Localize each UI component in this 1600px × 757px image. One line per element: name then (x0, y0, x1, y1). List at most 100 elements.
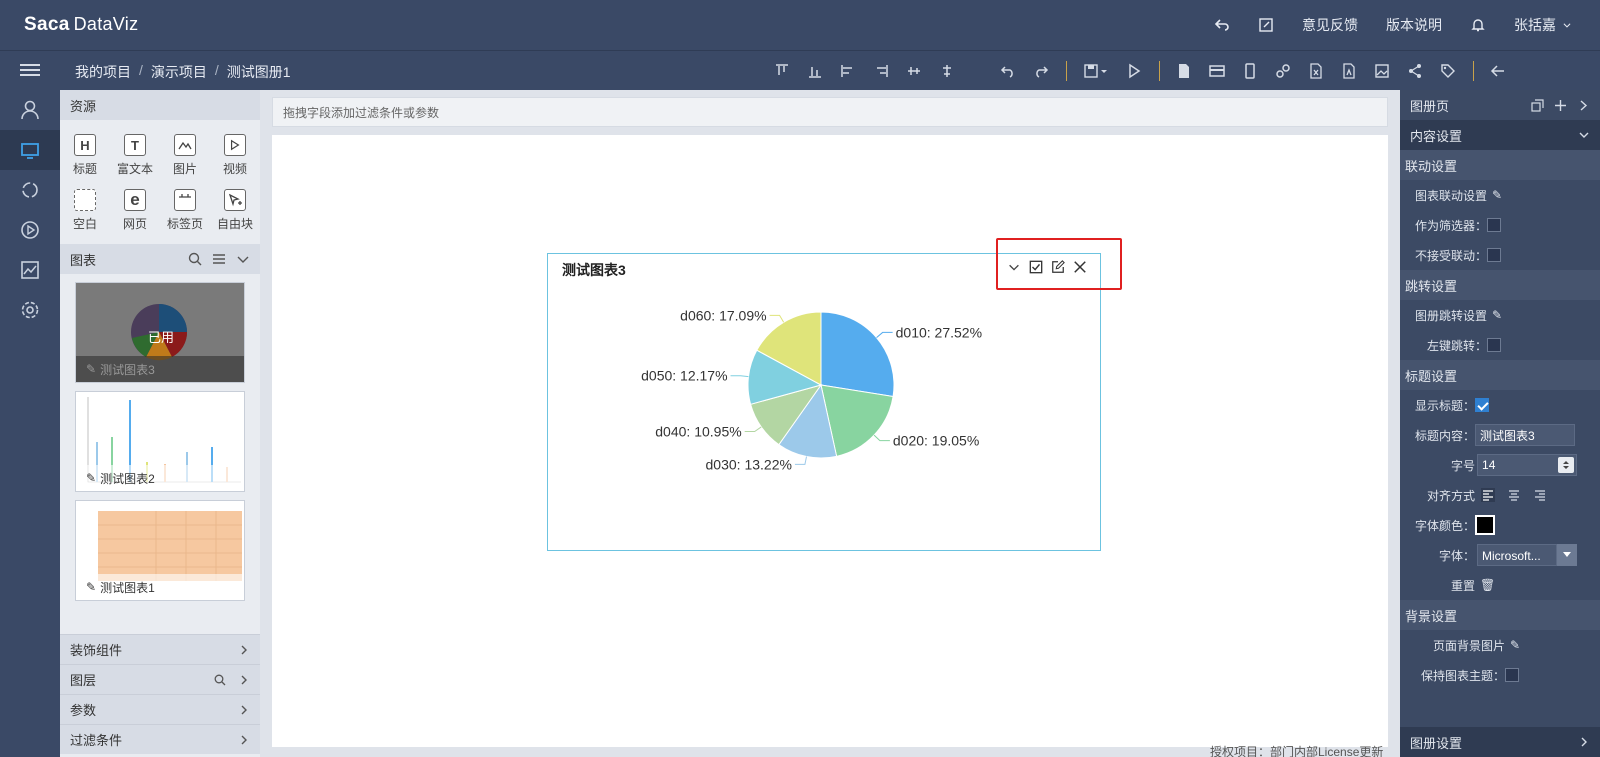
image-export-icon[interactable] (1370, 59, 1394, 83)
page-icon[interactable] (1172, 59, 1196, 83)
linkage-section: 联动设置 (1400, 150, 1600, 180)
bell-icon[interactable] (1470, 17, 1486, 33)
chart-thumbnail[interactable]: ✎ 测试图表2 (75, 391, 245, 492)
excel-export-icon[interactable] (1304, 59, 1328, 83)
keep-theme-checkbox[interactable] (1505, 668, 1520, 682)
back-arrow-icon[interactable] (1486, 59, 1510, 83)
app-logo[interactable]: Saca DataViz (24, 14, 138, 36)
share-icon[interactable] (1403, 59, 1427, 83)
font-color-swatch[interactable] (1475, 515, 1496, 535)
filter-drop-zone[interactable]: 拖拽字段添加过滤条件或参数 (272, 97, 1388, 127)
accordion-filters[interactable]: 过滤条件 (60, 724, 260, 754)
pie-label-line (769, 314, 785, 323)
pie-label-line (744, 426, 762, 433)
monitor-icon[interactable] (0, 130, 60, 170)
user-icon[interactable] (0, 90, 60, 130)
align-bottom-icon[interactable] (803, 59, 827, 83)
search-icon[interactable] (188, 252, 202, 266)
distribute-vertical-icon[interactable] (935, 59, 959, 83)
undo-back-icon[interactable] (1214, 17, 1230, 33)
pie-data-label: d020: 19.05% (893, 433, 979, 449)
cycle-icon[interactable] (0, 170, 60, 210)
menu-icon[interactable] (20, 61, 40, 81)
resource-video[interactable]: 视频 (210, 128, 260, 183)
pie-data-label: d040: 10.95% (655, 424, 741, 440)
undo-icon[interactable] (996, 59, 1020, 83)
settings-gear-icon[interactable] (0, 290, 60, 330)
chevron-right-icon[interactable] (1577, 99, 1590, 112)
align-top-icon[interactable] (770, 59, 794, 83)
align-left-icon[interactable] (836, 59, 860, 83)
link-icon[interactable] (1271, 59, 1295, 83)
redo-icon[interactable] (1029, 59, 1053, 83)
play-circle-icon[interactable] (0, 210, 60, 250)
breadcrumb-item[interactable]: 我的项目 (75, 62, 131, 82)
resource-blank[interactable]: 空白 (60, 183, 110, 238)
pie-data-label: d030: 13.22% (706, 456, 792, 472)
align-left-icon[interactable] (1481, 488, 1496, 502)
user-menu[interactable]: 张括嘉 (1514, 15, 1572, 35)
chart-thumbnail[interactable]: ✎ 测试图表1 (75, 500, 245, 601)
mobile-icon[interactable] (1238, 59, 1262, 83)
title-section: 标题设置 (1400, 360, 1600, 390)
edit-icon: ✎ (1492, 308, 1503, 322)
accordion-decorations[interactable]: 装饰组件 (60, 634, 260, 664)
preview-play-icon[interactable] (1122, 59, 1146, 83)
pie-slice-d010[interactable] (820, 311, 895, 398)
line-chart-icon[interactable] (0, 250, 60, 290)
chevron-down-icon[interactable] (236, 252, 250, 266)
resource-webpage[interactable]: e 网页 (110, 183, 160, 238)
resource-tabpage[interactable]: 标签页 (160, 183, 210, 238)
align-center-icon[interactable] (1507, 488, 1521, 502)
title-content-input[interactable] (1475, 424, 1576, 446)
book-settings-footer[interactable]: 图册设置 (1400, 727, 1600, 757)
align-right-icon[interactable] (1533, 488, 1547, 502)
pie-label-line (794, 456, 808, 465)
chart-thumbnail[interactable]: 已用 ✎ 测试图表3 (75, 282, 245, 383)
content-settings-header[interactable]: 内容设置 (1400, 120, 1600, 150)
left-jump-checkbox[interactable] (1487, 338, 1502, 352)
title-content-row: 标题内容： (1400, 420, 1600, 450)
version-link[interactable]: 版本说明 (1386, 15, 1442, 35)
search-icon (214, 674, 226, 685)
pie-label-line (873, 434, 890, 442)
align-row: 对齐方式 (1400, 480, 1600, 510)
text-icon: T (124, 134, 146, 156)
stepper-icon[interactable] (1558, 457, 1575, 473)
show-title-checkbox[interactable] (1475, 398, 1490, 412)
card-icon[interactable] (1205, 59, 1229, 83)
panel-header: 图册页 (1400, 90, 1600, 120)
blank-icon (74, 189, 96, 211)
align-right-icon[interactable] (869, 59, 893, 83)
breadcrumb-item[interactable]: 演示项目 (151, 62, 207, 82)
accordion-params[interactable]: 参数 (60, 694, 260, 724)
chart-linkage-row[interactable]: 图表联动设置 ✎ (1400, 180, 1600, 210)
pdf-export-icon[interactable] (1337, 59, 1361, 83)
resource-image[interactable]: 图片 (160, 128, 210, 183)
reset-row[interactable]: 重置 🗑 (1400, 570, 1600, 600)
page-bg-row[interactable]: 页面背景图片 ✎ (1400, 630, 1600, 660)
edit-square-icon[interactable] (1258, 17, 1274, 33)
plus-icon[interactable] (1554, 99, 1567, 112)
free-block-icon (224, 189, 246, 211)
resource-richtext[interactable]: T 富文本 (110, 128, 160, 183)
resource-freeblock[interactable]: 自由块 (210, 183, 260, 238)
book-jump-row[interactable]: 图册跳转设置 ✎ (1400, 300, 1600, 330)
chart-widget[interactable]: 测试图表3 d010: 27.52% d020: 19.05% d030: 13.2… (547, 253, 1101, 551)
accordion-layers[interactable]: 图层 (60, 664, 260, 694)
save-menu-icon[interactable] (1079, 59, 1113, 83)
no-linkage-checkbox[interactable] (1487, 248, 1502, 262)
font-select[interactable]: Microsoft... (1477, 544, 1558, 566)
as-filter-checkbox[interactable] (1487, 218, 1502, 232)
feedback-link[interactable]: 意见反馈 (1302, 15, 1358, 35)
distribute-horizontal-icon[interactable] (902, 59, 926, 83)
pie-data-label: d010: 27.52% (896, 324, 982, 340)
bg-section: 背景设置 (1400, 600, 1600, 630)
dropdown-caret-icon[interactable] (1557, 544, 1578, 566)
tag-icon[interactable] (1436, 59, 1460, 83)
list-icon[interactable] (212, 252, 226, 266)
charts-section-header[interactable]: 图表 (60, 244, 260, 274)
copy-icon[interactable] (1531, 98, 1544, 112)
toolbar-bar: 我的项目 / 演示项目 / 测试图册1 (0, 50, 1600, 90)
resource-heading[interactable]: H 标题 (60, 128, 110, 183)
